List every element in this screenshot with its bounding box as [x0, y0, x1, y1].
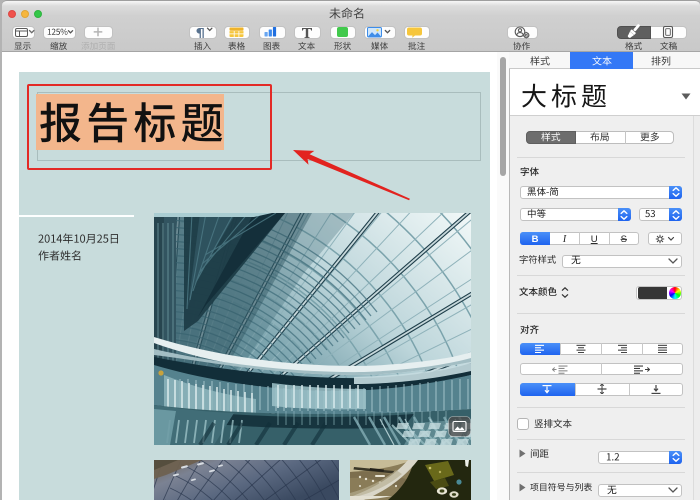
svg-text:B: B: [532, 234, 539, 245]
svg-text:I: I: [562, 234, 567, 245]
svg-text:S: S: [621, 234, 627, 245]
svg-text:U: U: [591, 234, 598, 245]
